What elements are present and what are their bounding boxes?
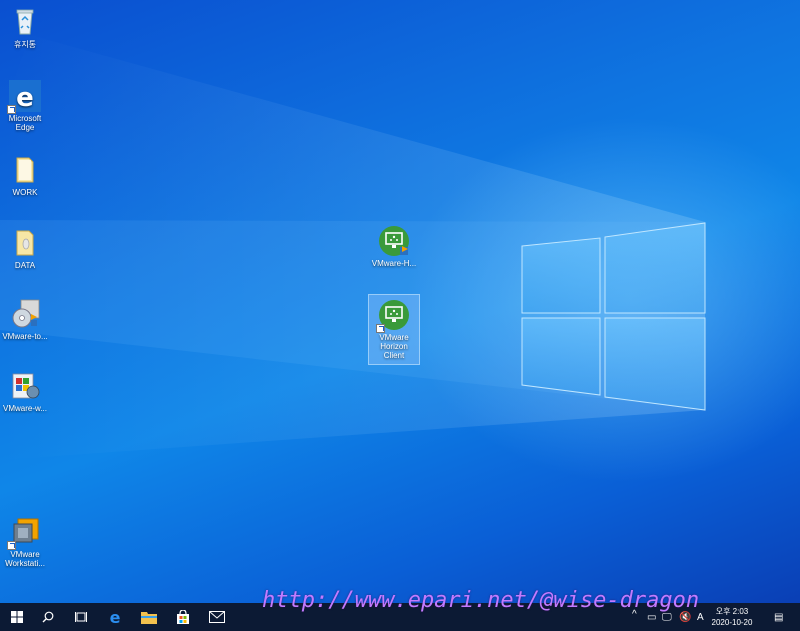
desktop-icon-vmware-w[interactable]: VMware-w... [0, 370, 50, 413]
shortcut-arrow-icon [7, 541, 16, 550]
folder-icon [9, 227, 41, 259]
recycle-bin-icon [9, 6, 41, 38]
desktop-icon-label: VMware-H... [371, 259, 417, 268]
search-button[interactable] [31, 603, 65, 631]
desktop-icon-label: VMware Workstati... [5, 550, 45, 568]
desktop-icon-work-folder[interactable]: WORK [0, 154, 50, 197]
taskbar-edge-button[interactable]: e [98, 603, 132, 631]
windows-start-icon [11, 611, 23, 623]
task-view-icon [75, 612, 87, 622]
mail-icon [209, 611, 225, 623]
taskbar-mail-button[interactable] [200, 603, 234, 631]
desktop-icon-label: WORK [12, 188, 38, 197]
desktop-icon-label: Microsoft Edge [8, 114, 42, 132]
desktop-icon-label: DATA [14, 261, 36, 270]
shortcut-arrow-icon [376, 324, 385, 333]
svg-text:e: e [110, 609, 121, 625]
taskbar-store-button[interactable] [166, 603, 200, 631]
vmware-workstation-icon [7, 516, 41, 550]
keyboard-icon[interactable]: ▭ [647, 612, 656, 623]
network-icon[interactable]: 🖵 [662, 612, 672, 623]
desktop-icon-label: VMware Horizon Client [379, 333, 409, 360]
desktop-icon-label: VMware-w... [2, 404, 47, 413]
vmware-horizon-installer-icon [378, 225, 410, 257]
file-explorer-icon [141, 612, 157, 624]
desktop-icon-vmware-h[interactable]: VMware-H... [369, 225, 419, 268]
action-center-icon[interactable]: ▤ [774, 612, 783, 623]
edge-icon: e [7, 80, 41, 114]
svg-text:e: e [16, 83, 34, 112]
folder-icon [9, 154, 41, 186]
desktop-icon-recycle-bin[interactable]: 휴지통 [0, 6, 50, 49]
task-view-button[interactable] [64, 603, 98, 631]
desktop-icon-label: VMware-to... [2, 332, 48, 341]
desktop-icon-vmware-horizon-client[interactable]: VMware Horizon Client [368, 294, 420, 365]
start-button[interactable] [0, 603, 34, 631]
watermark-text: http://www.epari.net/@wise-dragon [262, 588, 700, 613]
search-icon [42, 611, 54, 623]
clock-time: 오후 2:03 [715, 607, 749, 616]
shortcut-arrow-icon [7, 105, 16, 114]
desktop[interactable]: 휴지통 e Microsoft Edge WORK DATA VMware-to… [0, 0, 800, 603]
volume-muted-icon[interactable]: 🔇 [679, 612, 691, 623]
store-icon [177, 610, 189, 624]
vmware-tools-installer-icon [9, 298, 41, 330]
desktop-icon-microsoft-edge[interactable]: e Microsoft Edge [0, 80, 50, 132]
vmware-installer-icon [9, 370, 41, 402]
desktop-icon-label: 휴지통 [13, 40, 37, 49]
desktop-icon-data-folder[interactable]: DATA [0, 227, 50, 270]
vmware-horizon-client-icon [376, 299, 410, 333]
taskbar-file-explorer-button[interactable] [132, 603, 166, 631]
desktop-icon-vmware-tools[interactable]: VMware-to... [0, 298, 50, 341]
clock-date: 2020-10-20 [711, 618, 753, 627]
edge-icon: e [110, 609, 121, 625]
desktop-icon-vmware-workstation[interactable]: VMware Workstati... [0, 516, 50, 568]
